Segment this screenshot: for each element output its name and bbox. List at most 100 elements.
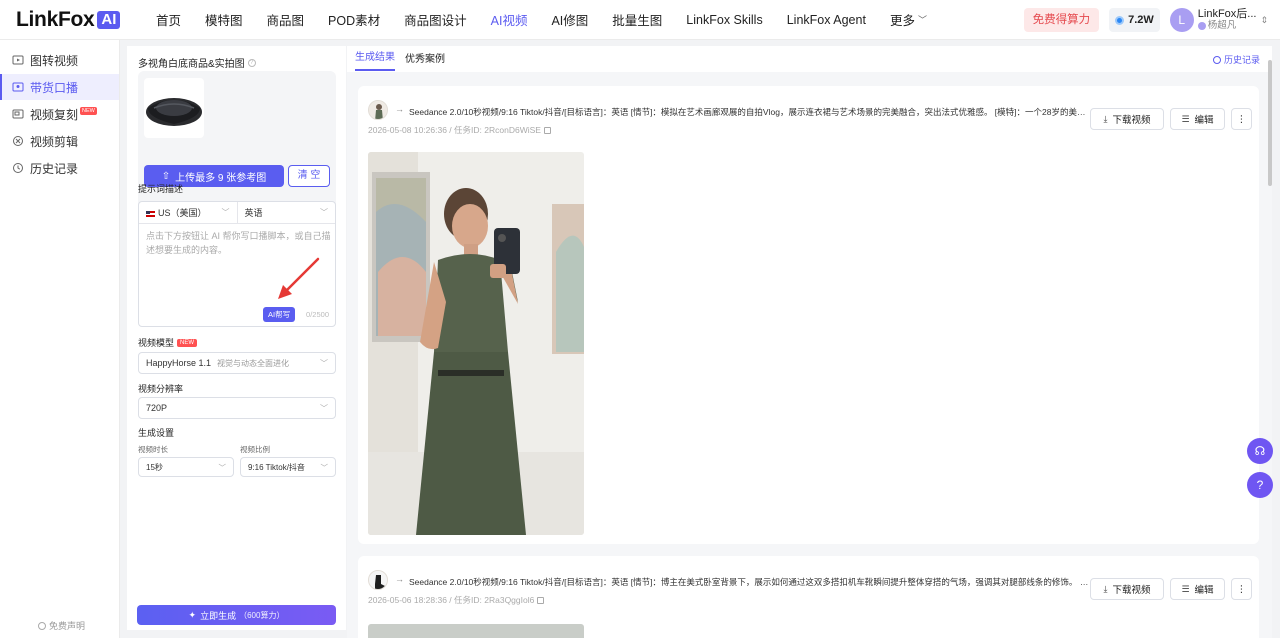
nav-item-model-image[interactable]: 模特图	[205, 10, 243, 29]
nav-item-ai-retouch[interactable]: AI修图	[551, 10, 588, 29]
ai-write-button[interactable]: AI帮写	[263, 307, 296, 322]
ratio-select[interactable]: 9:16 Tiktok/抖音 ﹀	[240, 457, 336, 477]
nav-item-home[interactable]: 首页	[156, 10, 181, 29]
model-value-wrap: HappyHorse 1.1 视觉与动态全面进化	[146, 358, 289, 369]
ratio-label: 视频比例	[240, 445, 270, 454]
char-counter: 0/2500	[306, 310, 329, 319]
question-icon: ?	[1256, 478, 1264, 492]
sidebar-item-label: 视频复刻	[30, 107, 79, 122]
tab-results[interactable]: 生成结果	[355, 48, 395, 71]
copy-icon[interactable]	[537, 596, 545, 604]
history-icon	[12, 162, 24, 174]
sidebar-item-video-edit[interactable]: 视频剪辑	[0, 128, 119, 154]
support-button[interactable]: ☊	[1247, 438, 1273, 464]
main-nav: 首页 模特图 商品图 POD素材 商品图设计 AI视频 AI修图 批量生图 Li…	[156, 10, 951, 29]
resolution-select[interactable]: 720P ﹀	[138, 397, 336, 419]
edit-button[interactable]: ☰ 编辑	[1170, 108, 1225, 130]
sidebar-item-history[interactable]: 历史记录	[0, 155, 119, 181]
magic-wand-icon: ✦	[188, 609, 197, 620]
download-video-button[interactable]: ⤓ 下载视频	[1090, 578, 1164, 600]
info-icon	[38, 621, 46, 630]
sliders-icon: ☰	[1181, 113, 1190, 124]
nav-item-batch[interactable]: 批量生图	[612, 10, 662, 29]
logo[interactable]: LinkFox AI	[16, 8, 140, 32]
model-label-text: 视频模型	[138, 338, 175, 348]
product-section-title: 多视角白底商品&实拍图 ?	[138, 55, 256, 70]
nav-item-skills[interactable]: LinkFox Skills	[686, 13, 762, 27]
result-card: → Seedance 2.0/10秒视频/9:16 Tiktok/抖音/[目标语…	[358, 86, 1259, 544]
config-panel: 多视角白底商品&实拍图 ? ⇧ 上传最多 9 张参考图 清 空 提示词描述 US…	[127, 46, 346, 630]
duration-select[interactable]: 15秒 ﹀	[138, 457, 234, 477]
image-video-icon	[12, 54, 24, 66]
upload-icon: ⇧	[161, 170, 171, 182]
resolution-value: 720P	[146, 403, 168, 413]
card-task-id: 任务ID: 2Ra3QggIol6	[454, 595, 535, 605]
nav-item-pod[interactable]: POD素材	[328, 10, 380, 29]
region-value: US（美国）	[158, 208, 207, 218]
history-link[interactable]: 历史记录	[1212, 53, 1260, 66]
credit-value: 7.2W	[1128, 14, 1154, 26]
history-icon	[1212, 55, 1221, 64]
arrow-right-icon: →	[395, 104, 404, 114]
chevron-down-icon: ﹀	[221, 208, 230, 217]
download-icon: ⤓	[1103, 113, 1108, 124]
nav-item-agent[interactable]: LinkFox Agent	[787, 13, 866, 27]
more-options-button[interactable]: ⋮	[1231, 578, 1252, 600]
help-button[interactable]: ?	[1247, 472, 1273, 498]
card-time: 2026-05-08 10:26:36	[368, 125, 447, 135]
copy-icon[interactable]	[543, 126, 551, 134]
user-menu[interactable]: L LinkFox后... 杨超凡 ⇕	[1169, 8, 1268, 32]
model-select[interactable]: HappyHorse 1.1 视觉与动态全面进化 ﹀	[138, 352, 336, 374]
edit-button[interactable]: ☰ 编辑	[1170, 578, 1225, 600]
more-options-button[interactable]: ⋮	[1231, 108, 1252, 130]
chevron-down-icon: ﹀	[320, 358, 328, 368]
video-thumbnail[interactable]	[368, 152, 584, 535]
avatar: L	[1169, 8, 1194, 32]
result-card: → Seedance 2.0/10秒视频/9:16 Tiktok/抖音/[目标语…	[358, 556, 1259, 638]
card-thumbnail	[368, 100, 388, 120]
region-select[interactable]: US（美国） ﹀	[139, 202, 237, 223]
help-icon[interactable]: ?	[247, 58, 256, 67]
video-thumbnail[interactable]	[368, 624, 584, 638]
model-label: 视频模型 NEW	[138, 336, 198, 349]
nav-item-ai-video[interactable]: AI视频	[491, 10, 528, 29]
upload-button-label: 上传最多 9 张参考图	[175, 172, 267, 184]
nav-item-product-design[interactable]: 商品图设计	[404, 10, 467, 29]
new-badge: NEW	[80, 107, 97, 115]
user-sub: 杨超凡	[1197, 20, 1257, 32]
sidebar-item-image-to-video[interactable]: 图转视频	[0, 47, 119, 73]
chevron-down-icon: ﹀	[320, 462, 329, 472]
nav-item-more[interactable]: 更多 ﹀	[890, 10, 927, 29]
generate-button[interactable]: ✦ 立即生成 （600算力）	[137, 605, 336, 625]
meta-separator: /	[446, 595, 455, 605]
logo-text: LinkFox	[16, 7, 95, 31]
card-task-id: 任务ID: 2RconD6WiSE	[454, 125, 541, 135]
clear-button[interactable]: 清 空	[288, 165, 330, 187]
edit-label: 编辑	[1194, 585, 1214, 596]
us-flag-icon	[146, 210, 155, 217]
card-meta: 2026-05-06 18:28:36 / 任务ID: 2Ra3QggIol6	[368, 594, 545, 606]
chevron-down-icon: ﹀	[218, 462, 227, 472]
download-icon: ⤓	[1103, 583, 1108, 594]
prompt-input[interactable]: 点击下方按钮让 AI 帮你写口播脚本，或自己描述想要生成的内容。	[146, 229, 331, 257]
video-copy-icon	[12, 108, 24, 120]
nav-item-product-image[interactable]: 商品图	[267, 10, 305, 29]
product-thumbnail[interactable]	[144, 78, 204, 138]
sidebar-item-video-copy[interactable]: 视频复刻 NEW	[0, 101, 119, 127]
free-credits-button[interactable]: 免费得算力	[1023, 8, 1100, 32]
credit-balance[interactable]: 7.2W	[1109, 8, 1160, 32]
generate-cost: （600算力）	[239, 610, 285, 620]
download-video-button[interactable]: ⤓ 下载视频	[1090, 108, 1164, 130]
nav-more-label: 更多	[889, 14, 915, 28]
language-select[interactable]: 英语 ﹀	[236, 202, 336, 223]
sidebar-item-presenter[interactable]: 带货口播	[0, 74, 119, 100]
disclaimer-link[interactable]: 免费声明	[38, 619, 85, 632]
generate-label: 立即生成	[200, 610, 237, 621]
card-prompt: Seedance 2.0/10秒视频/9:16 Tiktok/抖音/[目标语言]…	[409, 577, 1089, 587]
prompt-selects: US（美国） ﹀ 英语 ﹀	[139, 202, 335, 224]
scissors-icon	[12, 135, 24, 147]
chevron-updown-icon: ⇕	[1260, 14, 1268, 25]
history-label: 历史记录	[1223, 55, 1260, 65]
tab-examples[interactable]: 优秀案例	[405, 50, 445, 71]
scrollbar[interactable]	[1268, 60, 1272, 186]
